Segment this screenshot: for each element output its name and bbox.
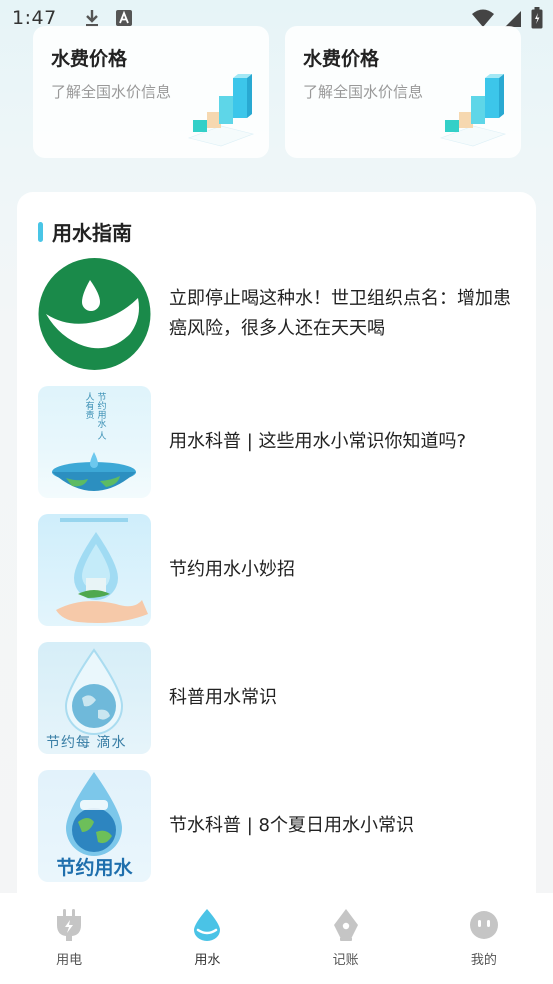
thumb-caption: 节约每 滴水 [46, 735, 127, 751]
article-item[interactable]: 立即停止喝这种水！世卫组织点名：增加患癌风险，很多人还在天天喝 [38, 258, 518, 370]
article-title: 节约用水小妙招 [169, 559, 295, 580]
battery-icon [531, 7, 543, 29]
article-thumbnail: 节约每 滴水 [38, 642, 151, 754]
hand-water-drop-icon [56, 518, 148, 623]
water-price-card[interactable]: 水费价格 了解全国水价信息 [33, 26, 269, 158]
tab-electricity[interactable]: 用电 [0, 893, 138, 984]
font-app-icon [115, 10, 132, 26]
article-thumbnail: 节约用水 人人有责 [38, 386, 151, 498]
tab-label: 用水 [194, 953, 221, 968]
plug-icon [57, 909, 82, 941]
guide-accent-bar [38, 221, 43, 242]
globe-water-icon [52, 452, 136, 491]
tab-label: 记账 [332, 953, 359, 968]
bar-chart-icon [439, 74, 507, 147]
thumb-caption: 节约用水 [56, 857, 133, 879]
article-item[interactable]: 节约用水 人人有责 用水科普 | 这些用水小常识你知道吗? [38, 386, 518, 498]
price-card-title: 水费价格 [303, 48, 380, 70]
article-item[interactable]: 节约用水小妙招 [38, 514, 518, 626]
article-title: 节水科普 | 8个夏日用水小常识 [169, 815, 414, 836]
article-thumbnail: 节约用水 [38, 770, 151, 882]
tab-label: 我的 [470, 953, 497, 968]
article-item[interactable]: 节约每 滴水 科普用水常识 [38, 642, 518, 754]
pen-nib-icon [333, 909, 358, 941]
wifi-icon [472, 9, 494, 27]
price-card-title: 水费价格 [51, 48, 128, 70]
article-title: 科普用水常识 [169, 687, 277, 708]
tab-water[interactable]: 用水 [138, 893, 276, 984]
guide-title: 用水指南 [52, 221, 132, 245]
article-thumbnail [38, 258, 151, 370]
article-thumbnail [38, 514, 151, 626]
water-price-card-2[interactable]: 水费价格 了解全国水价信息 [285, 26, 521, 158]
guide-header: 用水指南 [38, 217, 132, 246]
price-card-row: 水费价格 了解全国水价信息 水费价格 了解全国水价信息 [33, 26, 521, 158]
water-drop-icon [194, 909, 221, 941]
tab-label: 用电 [56, 953, 83, 968]
tab-accounting[interactable]: 记账 [277, 893, 415, 984]
signal-icon [505, 11, 521, 27]
water-logo-icon [38, 258, 151, 370]
article-item[interactable]: 节约用水 节水科普 | 8个夏日用水小常识 [38, 770, 518, 882]
article-title: 立即停止喝这种水！世卫组织点名：增加患癌风险，很多人还在天天喝 [169, 288, 511, 339]
bar-chart-icon [187, 74, 255, 147]
download-icon [85, 10, 98, 27]
face-icon [469, 911, 498, 939]
water-guide-panel: 用水指南 立即停止喝这种水！世卫组织点名：增加患癌风险，很多人还在天天喝 节约用… [17, 192, 536, 912]
bottom-tab-bar: 用电 用水 记账 我的 [0, 893, 553, 984]
tab-profile[interactable]: 我的 [415, 893, 553, 984]
article-title: 用水科普 | 这些用水小常识你知道吗? [169, 431, 467, 452]
